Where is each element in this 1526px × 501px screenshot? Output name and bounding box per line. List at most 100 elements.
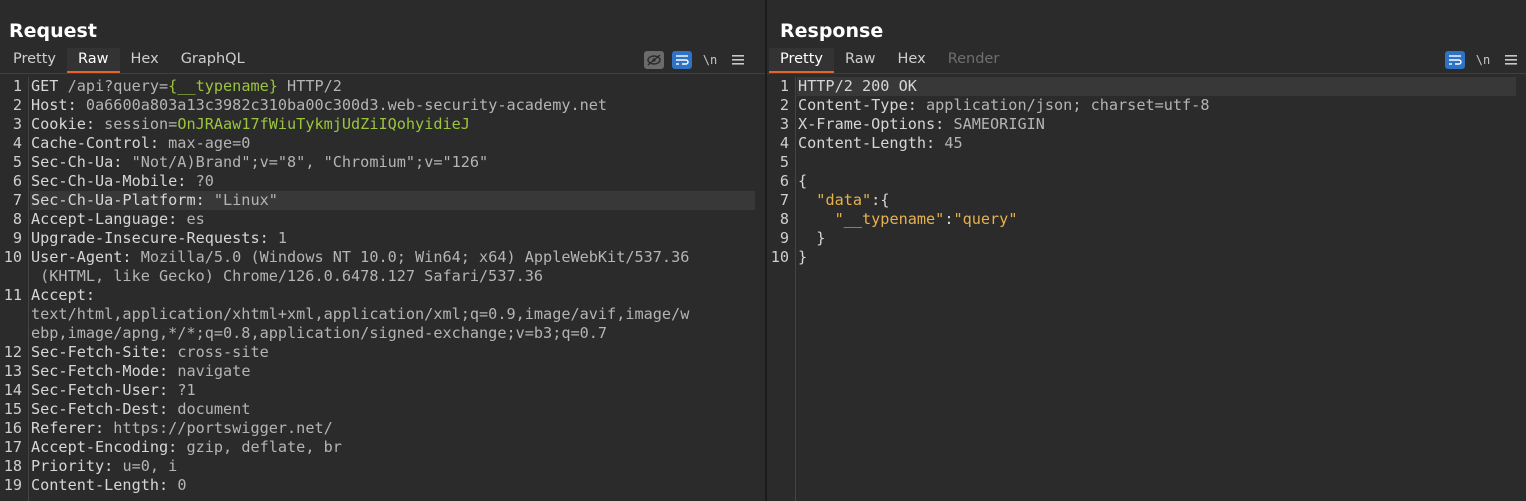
- line-code: HTTP/2 200 OK: [798, 77, 917, 96]
- line-number: 3: [779, 115, 789, 133]
- request-tab-pretty[interactable]: Pretty: [2, 48, 67, 73]
- request-tab-raw[interactable]: Raw: [67, 48, 120, 73]
- line-code: }: [798, 229, 825, 248]
- code-line: 9 }: [767, 229, 1516, 248]
- code-token: {: [798, 172, 808, 190]
- code-token: Upgrade-Insecure-Requests:: [31, 229, 278, 247]
- code-line: 5: [767, 153, 1516, 172]
- line-code: "data":{: [798, 191, 889, 210]
- line-code: "__typename":"query": [798, 210, 1018, 229]
- code-token: {__typename}: [168, 77, 278, 95]
- code-line: 6{: [767, 172, 1516, 191]
- line-number: 16: [3, 419, 22, 437]
- menu-icon[interactable]: [1501, 51, 1521, 69]
- line-code: Upgrade-Insecure-Requests: 1: [31, 229, 287, 248]
- code-token: 0: [177, 476, 187, 494]
- line-number: [0, 267, 22, 286]
- hide-icon[interactable]: [644, 51, 664, 69]
- line-number: 10: [3, 248, 22, 266]
- code-line: ebp,image/apng,*/*;q=0.8,application/sig…: [0, 324, 755, 343]
- code-token: gzip, deflate, br: [186, 438, 342, 456]
- code-token: Sec-Ch-Ua-Platform:: [31, 191, 214, 209]
- code-token: u=0, i: [122, 457, 178, 475]
- response-editor[interactable]: 1 HTTP/2 200 OK 2 Content-Type: application…: [767, 77, 1526, 501]
- response-tab-pretty[interactable]: Pretty: [769, 48, 835, 73]
- code-token: HTTP/2 200 OK: [798, 77, 917, 95]
- code-line: 14 Sec-Fetch-User: ?1: [0, 381, 755, 400]
- code-line: 6 Sec-Ch-Ua-Mobile: ?0: [0, 172, 755, 191]
- line-code: Content-Length: 0: [31, 476, 186, 495]
- code-line: (KHTML, like Gecko) Chrome/126.0.6478.12…: [0, 267, 755, 286]
- request-editor[interactable]: 1 GET /api?query={__typename} HTTP/2 2 Host…: [0, 77, 765, 501]
- code-line: 2 Host: 0a6600a803a13c3982c310ba00c300d3.…: [0, 96, 755, 115]
- code-line: 7 "data":{: [767, 191, 1516, 210]
- line-code: Cache-Control: max-age=0: [31, 134, 250, 153]
- code-token: Mozilla/5.0 (Windows NT 10.0; Win64; x64…: [140, 248, 690, 266]
- line-code: X-Frame-Options: SAMEORIGIN: [798, 115, 1045, 134]
- code-token: ebp,image/apng,*/*;q=0.8,application/sig…: [31, 324, 608, 342]
- code-line: 17 Accept-Encoding: gzip, deflate, br: [0, 438, 755, 457]
- code-line: 19 Content-Length: 0: [0, 476, 755, 495]
- code-token: Sec-Fetch-User:: [31, 381, 178, 399]
- code-token: navigate: [177, 362, 251, 380]
- code-token: Content-Length:: [31, 476, 178, 494]
- code-line: 1 HTTP/2 200 OK: [767, 77, 1516, 96]
- response-title: Response: [780, 20, 884, 42]
- code-token: session=: [104, 115, 178, 133]
- code-token: "__typename": [834, 210, 945, 228]
- line-number: 8: [12, 210, 22, 228]
- line-code: text/html,application/xhtml+xml,applicat…: [31, 305, 689, 324]
- line-number: 10: [770, 248, 789, 266]
- code-token: }: [798, 248, 808, 266]
- line-code: Accept-Language: es: [31, 210, 205, 229]
- code-token: max-age=0: [168, 134, 251, 152]
- code-line: 1 GET /api?query={__typename} HTTP/2: [0, 77, 755, 96]
- line-number: 5: [12, 153, 22, 171]
- word-wrap-icon[interactable]: [672, 51, 692, 69]
- line-number: 5: [779, 153, 789, 171]
- response-tab-hex[interactable]: Hex: [887, 48, 937, 73]
- menu-icon[interactable]: [728, 51, 748, 69]
- line-code: Accept-Encoding: gzip, deflate, br: [31, 438, 342, 457]
- code-token: User-Agent:: [31, 248, 141, 266]
- newline-toggle-button[interactable]: \n: [1473, 51, 1493, 69]
- code-token: "Not/A)Brand";v="8", "Chromium";v="126": [131, 153, 489, 171]
- code-line: 18 Priority: u=0, i: [0, 457, 755, 476]
- code-line: 8 "__typename":"query": [767, 210, 1516, 229]
- request-title: Request: [9, 20, 97, 42]
- code-token: https://portswigger.net/: [113, 419, 333, 437]
- code-line: 10 User-Agent: Mozilla/5.0 (Windows NT 10…: [0, 248, 755, 267]
- code-token: Cache-Control:: [31, 134, 169, 152]
- line-number: 4: [779, 134, 789, 152]
- word-wrap-icon[interactable]: [1445, 51, 1465, 69]
- line-number: 1: [12, 77, 22, 95]
- newline-toggle-button[interactable]: \n: [700, 51, 720, 69]
- line-number: 8: [779, 210, 789, 228]
- line-number: [0, 305, 22, 324]
- code-token: (KHTML, like Gecko) Chrome/126.0.6478.12…: [31, 267, 544, 285]
- request-tab-hex[interactable]: Hex: [120, 48, 170, 73]
- line-number: 9: [779, 229, 789, 247]
- code-token: Content-Type:: [798, 96, 927, 114]
- code-token: es: [186, 210, 205, 228]
- response-tab-raw[interactable]: Raw: [834, 48, 887, 73]
- code-token: Sec-Fetch-Mode:: [31, 362, 178, 380]
- code-token: Content-Length:: [798, 134, 945, 152]
- code-token: GET: [31, 77, 68, 95]
- line-code: Sec-Ch-Ua-Mobile: ?0: [31, 172, 214, 191]
- request-tabs: Pretty Raw Hex GraphQL: [2, 48, 256, 73]
- code-token: Sec-Ch-Ua-Mobile:: [31, 172, 196, 190]
- request-tab-graphql[interactable]: GraphQL: [170, 48, 256, 73]
- line-number: 7: [779, 191, 789, 209]
- line-number: 13: [3, 362, 22, 380]
- line-number: 2: [779, 96, 789, 114]
- code-token: HTTP/2: [277, 77, 342, 95]
- code-token: :{: [871, 191, 890, 209]
- code-line: 4 Cache-Control: max-age=0: [0, 134, 755, 153]
- line-code: GET /api?query={__typename} HTTP/2: [31, 77, 342, 96]
- code-token: SAMEORIGIN: [953, 115, 1045, 133]
- code-token: Priority:: [31, 457, 123, 475]
- line-number: 1: [779, 77, 789, 95]
